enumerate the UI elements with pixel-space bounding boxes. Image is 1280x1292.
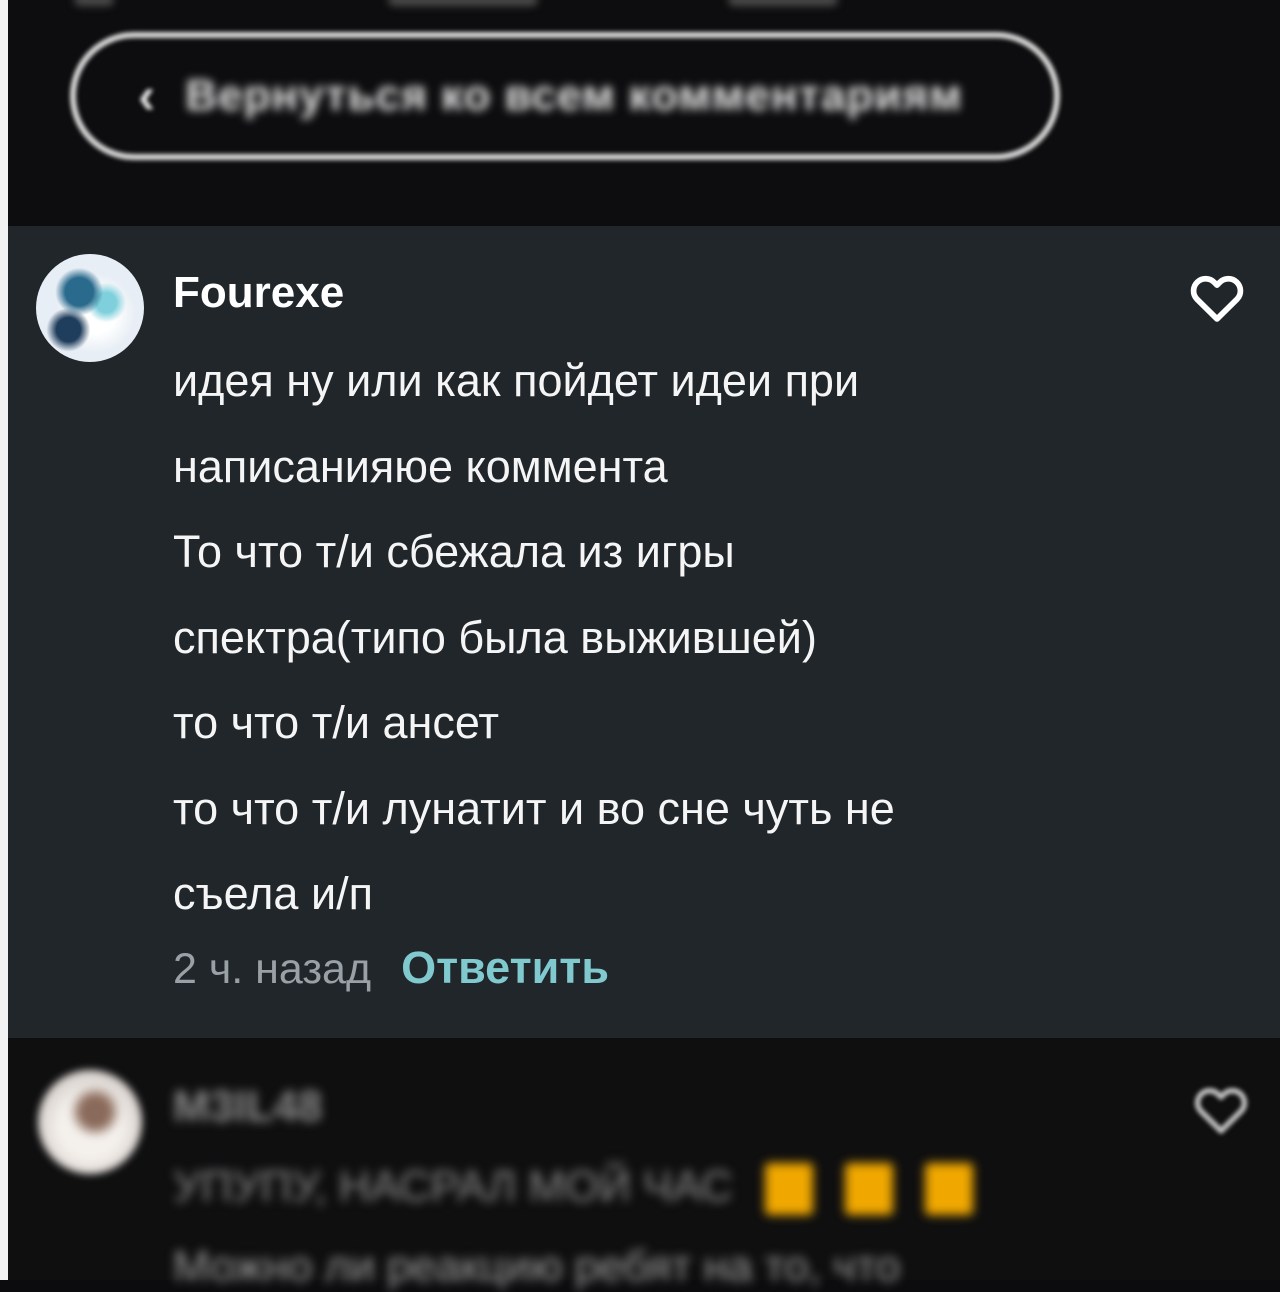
comment-meta: 2 ч. назад Ответить — [173, 942, 609, 994]
comment-body: идея ну или как пойдет идеи при написани… — [173, 338, 1173, 937]
reply-button[interactable]: Ответить — [401, 942, 609, 994]
top-stray-mark — [74, 0, 114, 6]
emoji-icon — [764, 1163, 813, 1216]
avatar[interactable] — [36, 254, 144, 362]
highlighted-comment: Fourexe идея ну или как пойдет идеи при … — [8, 226, 1280, 1038]
heart-outline-icon[interactable] — [1190, 1078, 1252, 1140]
emoji-icon — [925, 1163, 974, 1216]
next-comment-username[interactable]: М3ІL48 — [173, 1082, 322, 1132]
top-header-region: ‹ Вернуться ко всем комментариям — [8, 0, 1280, 226]
heart-outline-icon[interactable] — [1186, 266, 1248, 328]
comment-line: спектра(типо была выжившей) — [173, 611, 817, 663]
chevron-left-icon: ‹ — [138, 67, 156, 125]
next-comment-line: Можно ли реакцию ребят на то, что — [173, 1242, 901, 1291]
comment-line: То что т/и сбежала из игры — [173, 526, 735, 577]
comment-username[interactable]: Fourexe — [173, 268, 344, 318]
back-button-label: Вернуться ко всем комментариям — [185, 71, 963, 120]
comment-line: съела и/п — [173, 868, 373, 919]
avatar[interactable] — [38, 1070, 142, 1174]
comment-timestamp: 2 ч. назад — [173, 945, 372, 993]
comment-line: написанияюе коммента — [173, 440, 668, 492]
left-edge-strip — [0, 0, 8, 1280]
next-comment: М3ІL48 УПУПУ, НАСРАЛ МОЙ ЧАС Можно ли ре… — [8, 1038, 1280, 1291]
back-to-all-comments-button[interactable]: ‹ Вернуться ко всем комментариям — [70, 32, 1060, 160]
comment-line: идея ну или как пойдет идеи при — [173, 355, 860, 406]
top-stray-mark — [388, 0, 538, 6]
comment-line: то что т/и ансет — [173, 697, 499, 748]
top-stray-mark — [728, 0, 838, 6]
next-comment-line: УПУПУ, НАСРАЛ МОЙ ЧАС — [173, 1162, 733, 1211]
emoji-icon — [845, 1163, 894, 1216]
next-comment-text: УПУПУ, НАСРАЛ МОЙ ЧАС — [173, 1162, 974, 1216]
comment-line: то что т/и лунатит и во сне чуть не — [173, 782, 895, 834]
